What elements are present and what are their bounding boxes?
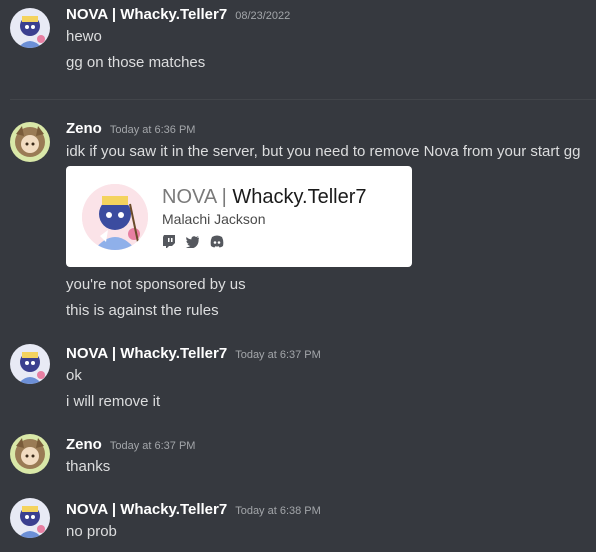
- embed-title-name: Whacky.Teller7: [232, 186, 367, 208]
- message-text: no prob: [66, 523, 117, 540]
- zeno-avatar[interactable]: [10, 122, 50, 162]
- timestamp: 08/23/2022: [235, 10, 291, 22]
- timestamp: Today at 6:38 PM: [235, 505, 321, 517]
- nova-avatar[interactable]: [10, 498, 50, 538]
- message-text: hewo: [66, 28, 102, 45]
- message-header: NOVA | Whacky.Teller7 Today at 6:37 PM: [66, 345, 321, 362]
- embed-social-icons: [162, 235, 224, 249]
- message-divider: [10, 99, 596, 100]
- message-text: i will remove it: [66, 393, 161, 410]
- message-text: you're not sponsored by us: [66, 276, 246, 293]
- author-name[interactable]: Zeno: [66, 436, 102, 453]
- timestamp: Today at 6:37 PM: [109, 440, 196, 452]
- author-name[interactable]: NOVA | Whacky.Teller7: [66, 6, 227, 23]
- message-header: NOVA | Whacky.Teller7 Today at 6:38 PM: [66, 501, 321, 518]
- embed-title-prefix: NOVA |: [162, 186, 227, 208]
- embed-avatar: [82, 184, 148, 250]
- embed-subtitle: Malachi Jackson: [162, 211, 266, 227]
- author-name[interactable]: Zeno: [66, 120, 102, 137]
- nova-avatar[interactable]: [10, 344, 50, 384]
- message-header: Zeno Today at 6:37 PM: [66, 436, 195, 453]
- message-text: thanks: [66, 458, 111, 475]
- message-header: Zeno Today at 6:36 PM: [66, 120, 195, 137]
- message-text: ok: [66, 367, 82, 384]
- profile-embed[interactable]: NOVA | Whacky.Teller7 Malachi Jackson: [66, 166, 412, 267]
- twitter-icon[interactable]: [186, 235, 200, 249]
- message-text: gg on those matches: [66, 54, 206, 71]
- message-text: this is against the rules: [66, 302, 219, 319]
- author-name[interactable]: NOVA | Whacky.Teller7: [66, 501, 227, 518]
- timestamp: Today at 6:36 PM: [109, 124, 196, 136]
- discord-icon[interactable]: [210, 235, 224, 248]
- message-header: NOVA | Whacky.Teller7 08/23/2022: [66, 6, 290, 23]
- twitch-icon[interactable]: [162, 235, 176, 248]
- timestamp: Today at 6:37 PM: [235, 349, 321, 361]
- zeno-avatar[interactable]: [10, 434, 50, 474]
- embed-title: NOVA | Whacky.Teller7: [162, 186, 367, 209]
- nova-avatar[interactable]: [10, 8, 50, 48]
- message-text: idk if you saw it in the server, but you…: [66, 143, 581, 160]
- author-name[interactable]: NOVA | Whacky.Teller7: [66, 345, 227, 362]
